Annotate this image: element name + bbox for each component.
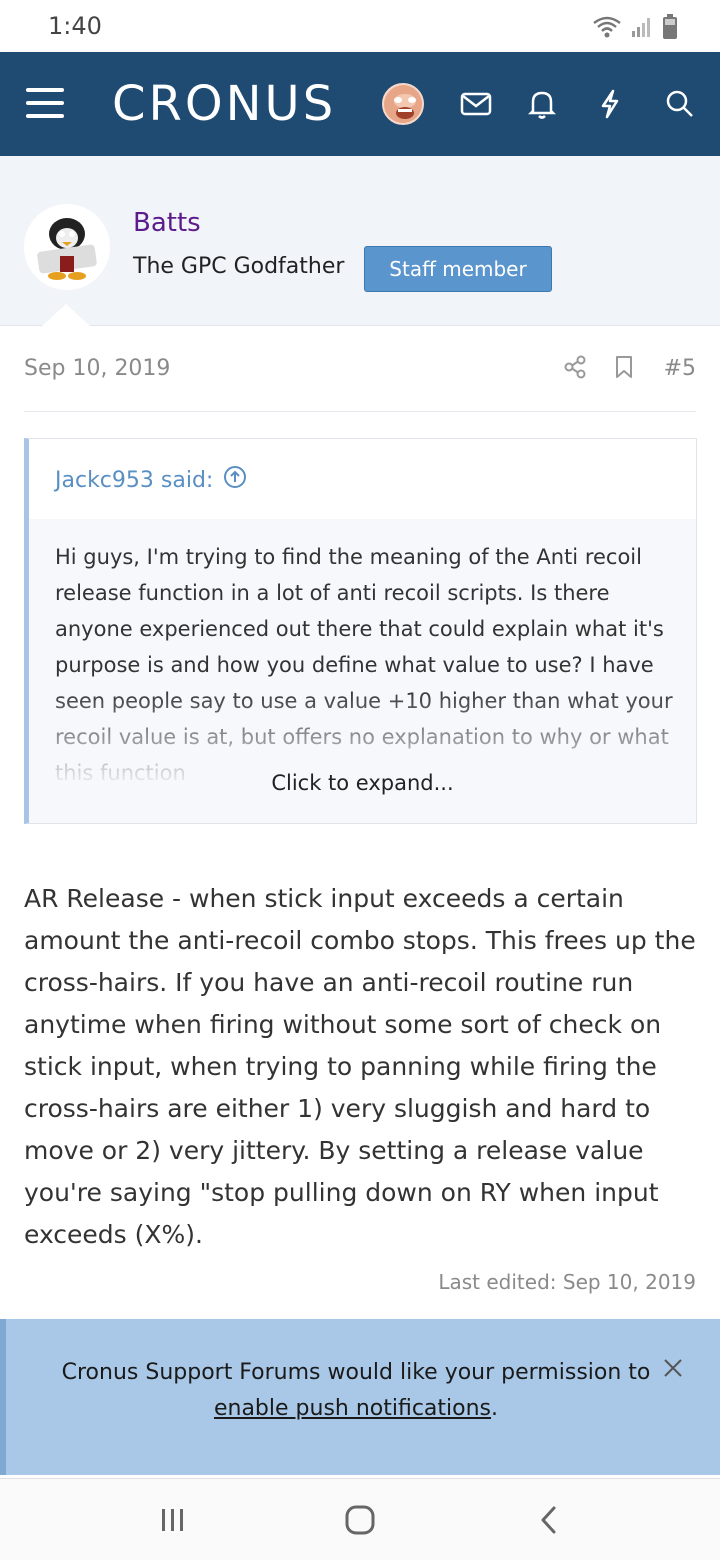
notice-text-end: . (491, 1396, 499, 1421)
top-header: CRONUS (0, 52, 720, 156)
inbox-icon[interactable] (456, 84, 496, 124)
last-edited: Last edited: Sep 10, 2019 (438, 1270, 696, 1294)
menu-icon[interactable] (26, 88, 64, 118)
status-bar: 1:40 (0, 0, 720, 52)
quote-author[interactable]: Jackc953 said: (55, 468, 213, 493)
user-avatar[interactable] (382, 83, 424, 125)
click-to-expand[interactable]: Click to expand... (29, 771, 696, 795)
quote-header: Jackc953 said: (29, 439, 696, 519)
wifi-icon (592, 15, 622, 43)
recent-apps-icon[interactable] (158, 1503, 188, 1541)
signal-icon (630, 15, 654, 43)
share-icon[interactable] (562, 354, 588, 384)
author-title: The GPC Godfather (133, 254, 345, 279)
site-logo[interactable]: CRONUS (112, 76, 336, 132)
search-icon[interactable] (660, 84, 700, 124)
post-date[interactable]: Sep 10, 2019 (24, 356, 170, 381)
battery-icon (662, 14, 678, 44)
notice-text: Cronus Support Forums would like your pe… (61, 1360, 651, 1385)
post-meta: Sep 10, 2019 #5 (24, 326, 696, 412)
system-nav-bar (0, 1478, 720, 1560)
speech-arrow (42, 304, 90, 326)
system-icons (592, 14, 678, 44)
post-number[interactable]: #5 (664, 356, 696, 381)
push-notification-notice: Cronus Support Forums would like your pe… (0, 1319, 720, 1475)
quote-author-link[interactable]: Jackc953 said: (55, 465, 247, 495)
close-icon[interactable] (662, 1357, 684, 1383)
author-name[interactable]: Batts (133, 208, 201, 238)
quote-fade (29, 689, 696, 823)
staff-badge: Staff member (364, 246, 552, 292)
author-avatar[interactable] (24, 204, 110, 290)
enable-push-link[interactable]: enable push notifications (214, 1396, 491, 1421)
arrow-up-circle-icon[interactable] (223, 465, 247, 495)
lightning-icon[interactable] (590, 84, 630, 124)
home-icon[interactable] (342, 1503, 378, 1541)
back-icon[interactable] (534, 1503, 564, 1541)
post-author-block: Batts The GPC Godfather Staff member (0, 156, 720, 326)
bookmark-icon[interactable] (612, 354, 636, 384)
status-time: 1:40 (48, 12, 102, 40)
notice-message: Cronus Support Forums would like your pe… (46, 1355, 666, 1427)
quote-block: Jackc953 said: Hi guys, I'm trying to fi… (24, 438, 697, 824)
bell-icon[interactable] (522, 84, 562, 124)
post-body: AR Release - when stick input exceeds a … (24, 884, 696, 1249)
